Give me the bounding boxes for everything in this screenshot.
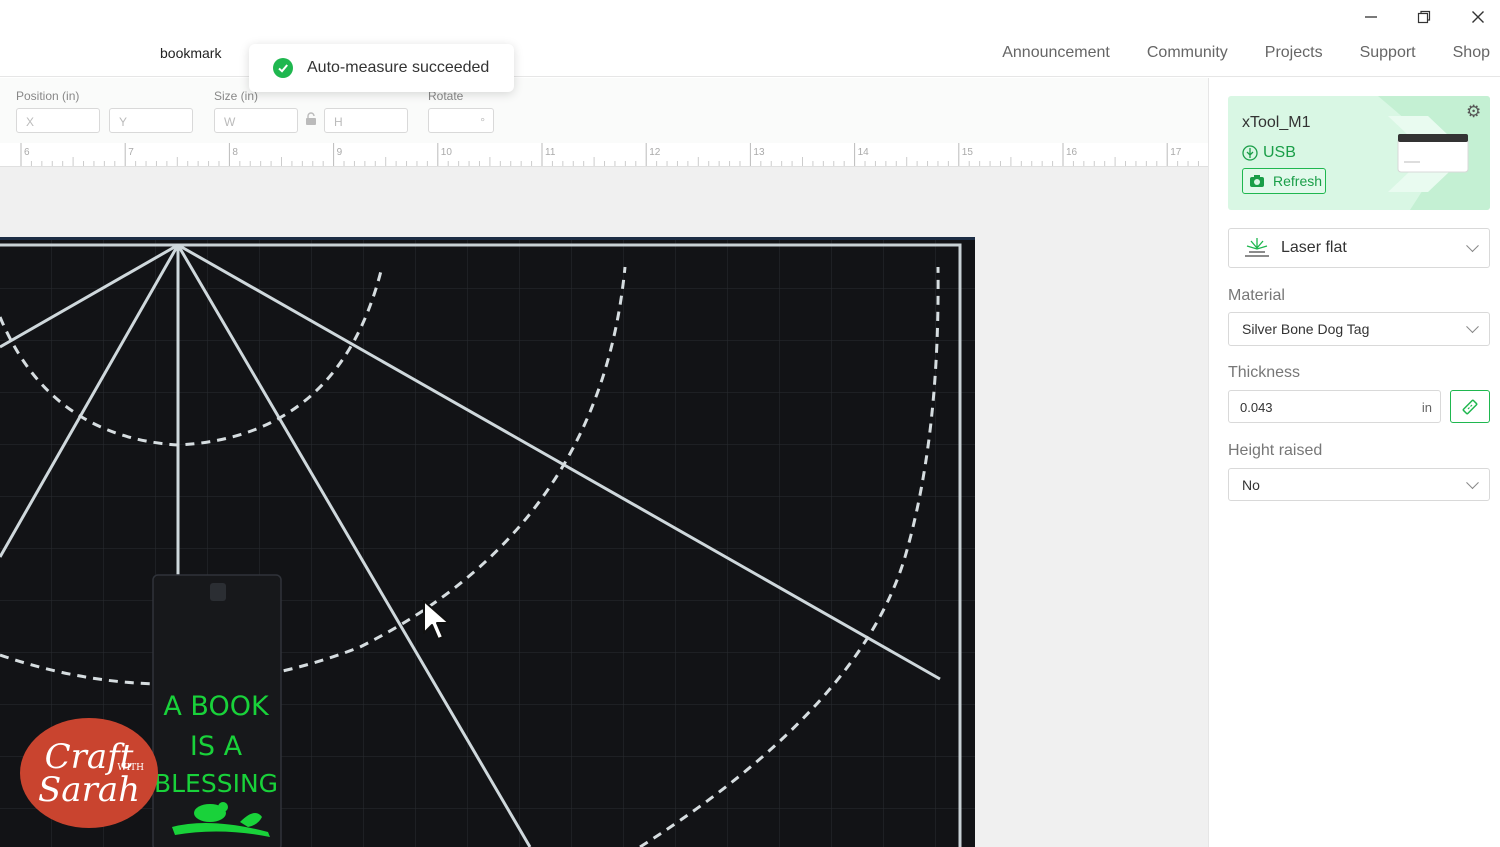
refresh-button[interactable]: Refresh <box>1242 168 1326 194</box>
title-bar: bookmark Announcement Community Projects… <box>0 0 1500 77</box>
ruler-tick-label: 16 <box>1066 147 1078 158</box>
usb-icon <box>1242 145 1258 161</box>
lock-ratio-icon[interactable] <box>304 112 318 126</box>
thickness-label: Thickness <box>1228 364 1301 381</box>
ruler-tick-label: 9 <box>337 147 343 158</box>
thickness-unit: in <box>1421 400 1432 415</box>
position-y-input[interactable]: Y <box>109 108 193 133</box>
nav-announcement[interactable]: Announcement <box>1002 44 1110 62</box>
connection-status: USB <box>1242 144 1296 162</box>
material-select[interactable]: Silver Bone Dog Tag <box>1228 312 1490 346</box>
nav-shop[interactable]: Shop <box>1453 44 1490 62</box>
close-icon[interactable] <box>1466 5 1490 29</box>
ruler-tick-label: 14 <box>858 147 870 158</box>
craft-with-sarah-logo: Craft WITH Sarah <box>20 718 158 828</box>
top-nav: Announcement Community Projects Support … <box>965 44 1490 62</box>
toast-message: Auto-measure succeeded <box>307 59 490 76</box>
chevron-down-icon <box>1466 239 1479 253</box>
connection-label: USB <box>1263 144 1296 161</box>
bookmark-line-2: IS A <box>190 731 243 762</box>
position-x-input[interactable]: X <box>16 108 100 133</box>
ruler-tick-label: 8 <box>232 147 238 158</box>
logo-line-3: Sarah <box>38 769 140 810</box>
ruler-tick-label: 13 <box>753 147 765 158</box>
ruler-ticks: 6 7 8 9 10 11 12 13 14 15 16 17 <box>20 143 1199 166</box>
ruler-tick-label: 15 <box>962 147 974 158</box>
document-title: bookmark <box>160 45 222 61</box>
height-raised-label: Height raised <box>1228 442 1323 459</box>
chevron-down-icon <box>1466 475 1479 489</box>
nav-support[interactable]: Support <box>1360 44 1416 62</box>
success-check-icon <box>273 58 293 78</box>
horizontal-ruler: 6 7 8 9 10 11 12 13 14 15 16 17 <box>0 143 1208 167</box>
gear-icon[interactable]: ⚙ <box>1466 102 1484 121</box>
property-toolbar: Position (in) X Y Size (in) W H Rotate ° <box>0 78 1208 143</box>
laser-flat-icon <box>1245 238 1269 257</box>
ruler-tick-label: 12 <box>649 147 661 158</box>
device-card: xTool_M1 USB Refresh ⚙ <box>1228 96 1490 210</box>
height-raised-value: No <box>1242 476 1260 493</box>
auto-measure-toast: Auto-measure succeeded <box>249 44 514 92</box>
nav-projects[interactable]: Projects <box>1265 44 1323 62</box>
device-settings-panel: xTool_M1 USB Refresh ⚙ Laser flat Materi… <box>1208 78 1500 847</box>
nav-community[interactable]: Community <box>1147 44 1228 62</box>
chevron-down-icon <box>1466 320 1479 334</box>
height-raised-select[interactable]: No <box>1228 468 1490 501</box>
ruler-tick-label: 6 <box>24 147 30 158</box>
ruler-tick-label: 7 <box>128 147 134 158</box>
thickness-input[interactable]: 0.043 in <box>1228 390 1441 423</box>
restore-icon[interactable] <box>1412 5 1436 29</box>
position-label: Position (in) <box>16 89 80 103</box>
ruler-tick-label: 17 <box>1170 147 1182 158</box>
bookmark-line-3: BLESSING <box>154 769 278 798</box>
auto-measure-button[interactable] <box>1450 390 1490 423</box>
material-value: Silver Bone Dog Tag <box>1242 321 1370 337</box>
work-mode-value: Laser flat <box>1281 239 1347 256</box>
ruler-tick-label: 10 <box>441 147 453 158</box>
camera-refresh-icon <box>1250 175 1264 187</box>
size-h-input[interactable]: H <box>324 108 408 133</box>
bookmark-line-1: A BOOK <box>163 691 270 722</box>
ruler-tick-label: 11 <box>545 147 556 158</box>
device-name: xTool_M1 <box>1242 114 1311 131</box>
minimize-icon[interactable] <box>1359 5 1383 29</box>
work-mode-select[interactable]: Laser flat <box>1228 228 1490 268</box>
rotate-input[interactable]: ° <box>428 108 494 133</box>
ruler-measure-icon <box>1462 399 1478 414</box>
material-label: Material <box>1228 287 1285 304</box>
refresh-label: Refresh <box>1273 173 1323 189</box>
design-canvas[interactable]: A BOOK IS A BLESSING <box>0 167 1208 847</box>
size-w-input[interactable]: W <box>214 108 298 133</box>
thickness-value: 0.043 <box>1240 400 1273 415</box>
device-image <box>1397 134 1469 173</box>
mouse-cursor-icon <box>423 600 450 640</box>
rotate-unit: ° <box>480 115 485 129</box>
